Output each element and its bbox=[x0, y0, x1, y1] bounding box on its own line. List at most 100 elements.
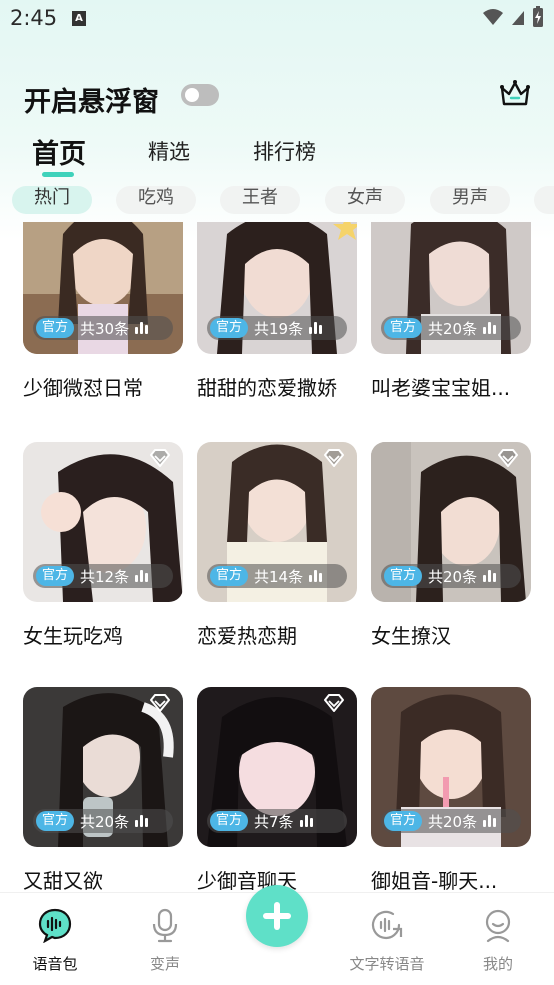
voice-pack-card[interactable]: 官方 共20条 御姐音-聊天... bbox=[371, 687, 531, 892]
card-title: 少御微怼日常 bbox=[23, 376, 143, 400]
audio-bars-icon bbox=[483, 322, 497, 334]
card-thumbnail: 官方 共20条 bbox=[371, 442, 531, 602]
card-title: 女生撩汉 bbox=[371, 624, 451, 648]
voice-pack-card[interactable]: 官方 共20条 女生撩汉 bbox=[371, 442, 531, 648]
float-window-label: 开启悬浮窗 bbox=[24, 87, 159, 118]
official-badge: 官方 bbox=[36, 811, 75, 831]
card-title: 叫老婆宝宝姐... bbox=[371, 376, 511, 400]
nav-label: 语音包 bbox=[32, 955, 78, 973]
chip-hot[interactable]: 热门 bbox=[12, 186, 92, 214]
voice-pack-grid: 官方 共30条 少御微怼日常 官方 共19条 甜甜的恋爱撒娇 官方 共20条 叫… bbox=[0, 222, 554, 892]
audio-bars-icon bbox=[135, 322, 149, 334]
vip-diamond-icon bbox=[150, 449, 170, 467]
tab-home[interactable]: 首页 bbox=[32, 132, 86, 171]
clip-count: 共20条 bbox=[428, 319, 478, 338]
official-badge: 官方 bbox=[36, 566, 75, 586]
chip-honor-of-kings[interactable]: 王者 bbox=[220, 186, 300, 214]
nav-voice-changer[interactable]: 变声 bbox=[110, 907, 220, 974]
clip-count: 共19条 bbox=[254, 319, 304, 338]
audio-bars-icon bbox=[309, 322, 323, 334]
nav-voice-pack[interactable]: 语音包 bbox=[0, 907, 110, 974]
add-button[interactable] bbox=[246, 885, 308, 947]
clip-count: 共20条 bbox=[428, 567, 478, 586]
vip-diamond-icon bbox=[324, 694, 344, 712]
voice-pack-card[interactable]: 官方 共7条 少御音聊天 bbox=[197, 687, 357, 892]
official-badge: 官方 bbox=[384, 811, 423, 831]
audio-bars-icon bbox=[299, 815, 313, 827]
voice-pack-card[interactable]: 官方 共12条 女生玩吃鸡 bbox=[23, 442, 183, 648]
voice-pack-card[interactable]: 官方 共20条 又甜又欲 bbox=[23, 687, 183, 892]
card-meta: 官方 共20条 bbox=[381, 316, 521, 340]
chip-more[interactable] bbox=[534, 186, 554, 214]
card-title: 甜甜的恋爱撒娇 bbox=[197, 376, 337, 400]
clip-count: 共14条 bbox=[254, 567, 304, 586]
card-thumbnail: 官方 共12条 bbox=[23, 442, 183, 602]
microphone-icon bbox=[152, 908, 178, 943]
bottom-navigation: 语音包 变声 文字转语音 我的 bbox=[0, 885, 554, 985]
audio-bars-icon bbox=[135, 570, 149, 582]
chip-female-voice[interactable]: 女声 bbox=[325, 186, 405, 214]
chip-pubg[interactable]: 吃鸡 bbox=[116, 186, 196, 214]
battery-icon bbox=[533, 6, 543, 27]
main-tabs: 首页 精选 排行榜 bbox=[0, 130, 554, 180]
audio-bars-icon bbox=[135, 815, 149, 827]
tab-featured[interactable]: 精选 bbox=[148, 136, 190, 166]
card-meta: 官方 共20条 bbox=[381, 564, 521, 588]
voice-pack-card[interactable]: 官方 共30条 少御微怼日常 bbox=[23, 222, 183, 400]
card-title: 女生玩吃鸡 bbox=[23, 624, 123, 648]
clip-count: 共30条 bbox=[80, 319, 130, 338]
status-time: 2:45 bbox=[10, 6, 58, 30]
active-tab-indicator bbox=[42, 172, 74, 177]
card-thumbnail: 官方 共14条 bbox=[197, 442, 357, 602]
card-title: 又甜又欲 bbox=[23, 869, 103, 892]
vip-diamond-icon bbox=[324, 449, 344, 467]
official-badge: 官方 bbox=[210, 566, 249, 586]
profile-icon bbox=[485, 909, 511, 943]
toggle-knob bbox=[185, 88, 199, 102]
voice-pack-card[interactable]: 官方 共19条 甜甜的恋爱撒娇 bbox=[197, 222, 357, 400]
voice-pack-icon bbox=[38, 908, 72, 944]
card-thumbnail: 官方 共20条 bbox=[371, 222, 531, 354]
card-thumbnail: 官方 共7条 bbox=[197, 687, 357, 847]
card-title: 御姐音-聊天... bbox=[371, 869, 498, 892]
card-thumbnail: 官方 共20条 bbox=[23, 687, 183, 847]
audio-bars-icon bbox=[483, 815, 497, 827]
clip-count: 共20条 bbox=[80, 812, 130, 831]
clip-count: 共7条 bbox=[254, 812, 294, 831]
text-to-speech-icon bbox=[371, 910, 403, 940]
voice-pack-card[interactable]: 官方 共20条 叫老婆宝宝姐... bbox=[371, 222, 531, 400]
notification-a-icon: A bbox=[72, 11, 86, 26]
signal-icon bbox=[512, 11, 524, 25]
audio-bars-icon bbox=[483, 570, 497, 582]
card-meta: 官方 共7条 bbox=[207, 809, 347, 833]
nav-text-to-speech[interactable]: 文字转语音 bbox=[332, 907, 442, 974]
float-window-toggle[interactable] bbox=[181, 84, 219, 106]
status-bar: 2:45 A bbox=[0, 0, 554, 40]
nav-profile[interactable]: 我的 bbox=[443, 907, 553, 974]
clip-count: 共20条 bbox=[428, 812, 478, 831]
card-meta: 官方 共30条 bbox=[33, 316, 173, 340]
card-meta: 官方 共14条 bbox=[207, 564, 347, 588]
category-chips: 热门 吃鸡 王者 女声 男声 bbox=[0, 186, 554, 214]
chip-male-voice[interactable]: 男声 bbox=[430, 186, 510, 214]
card-thumbnail: 官方 共20条 bbox=[371, 687, 531, 847]
vip-diamond-icon bbox=[150, 694, 170, 712]
vip-diamond-icon bbox=[498, 449, 518, 467]
nav-label: 变声 bbox=[149, 955, 180, 973]
nav-label: 我的 bbox=[482, 955, 513, 973]
crown-icon[interactable] bbox=[498, 76, 532, 110]
card-meta: 官方 共12条 bbox=[33, 564, 173, 588]
card-meta: 官方 共20条 bbox=[381, 809, 521, 833]
official-badge: 官方 bbox=[384, 318, 423, 338]
official-badge: 官方 bbox=[36, 318, 75, 338]
official-badge: 官方 bbox=[384, 566, 423, 586]
official-badge: 官方 bbox=[210, 811, 249, 831]
card-meta: 官方 共19条 bbox=[207, 316, 347, 340]
voice-pack-card[interactable]: 官方 共14条 恋爱热恋期 bbox=[197, 442, 357, 648]
card-title: 恋爱热恋期 bbox=[197, 624, 297, 648]
tab-ranking[interactable]: 排行榜 bbox=[253, 136, 316, 166]
card-meta: 官方 共20条 bbox=[33, 809, 173, 833]
wifi-icon bbox=[483, 9, 503, 25]
nav-label: 文字转语音 bbox=[349, 955, 425, 973]
top-header: 开启悬浮窗 bbox=[0, 70, 554, 120]
